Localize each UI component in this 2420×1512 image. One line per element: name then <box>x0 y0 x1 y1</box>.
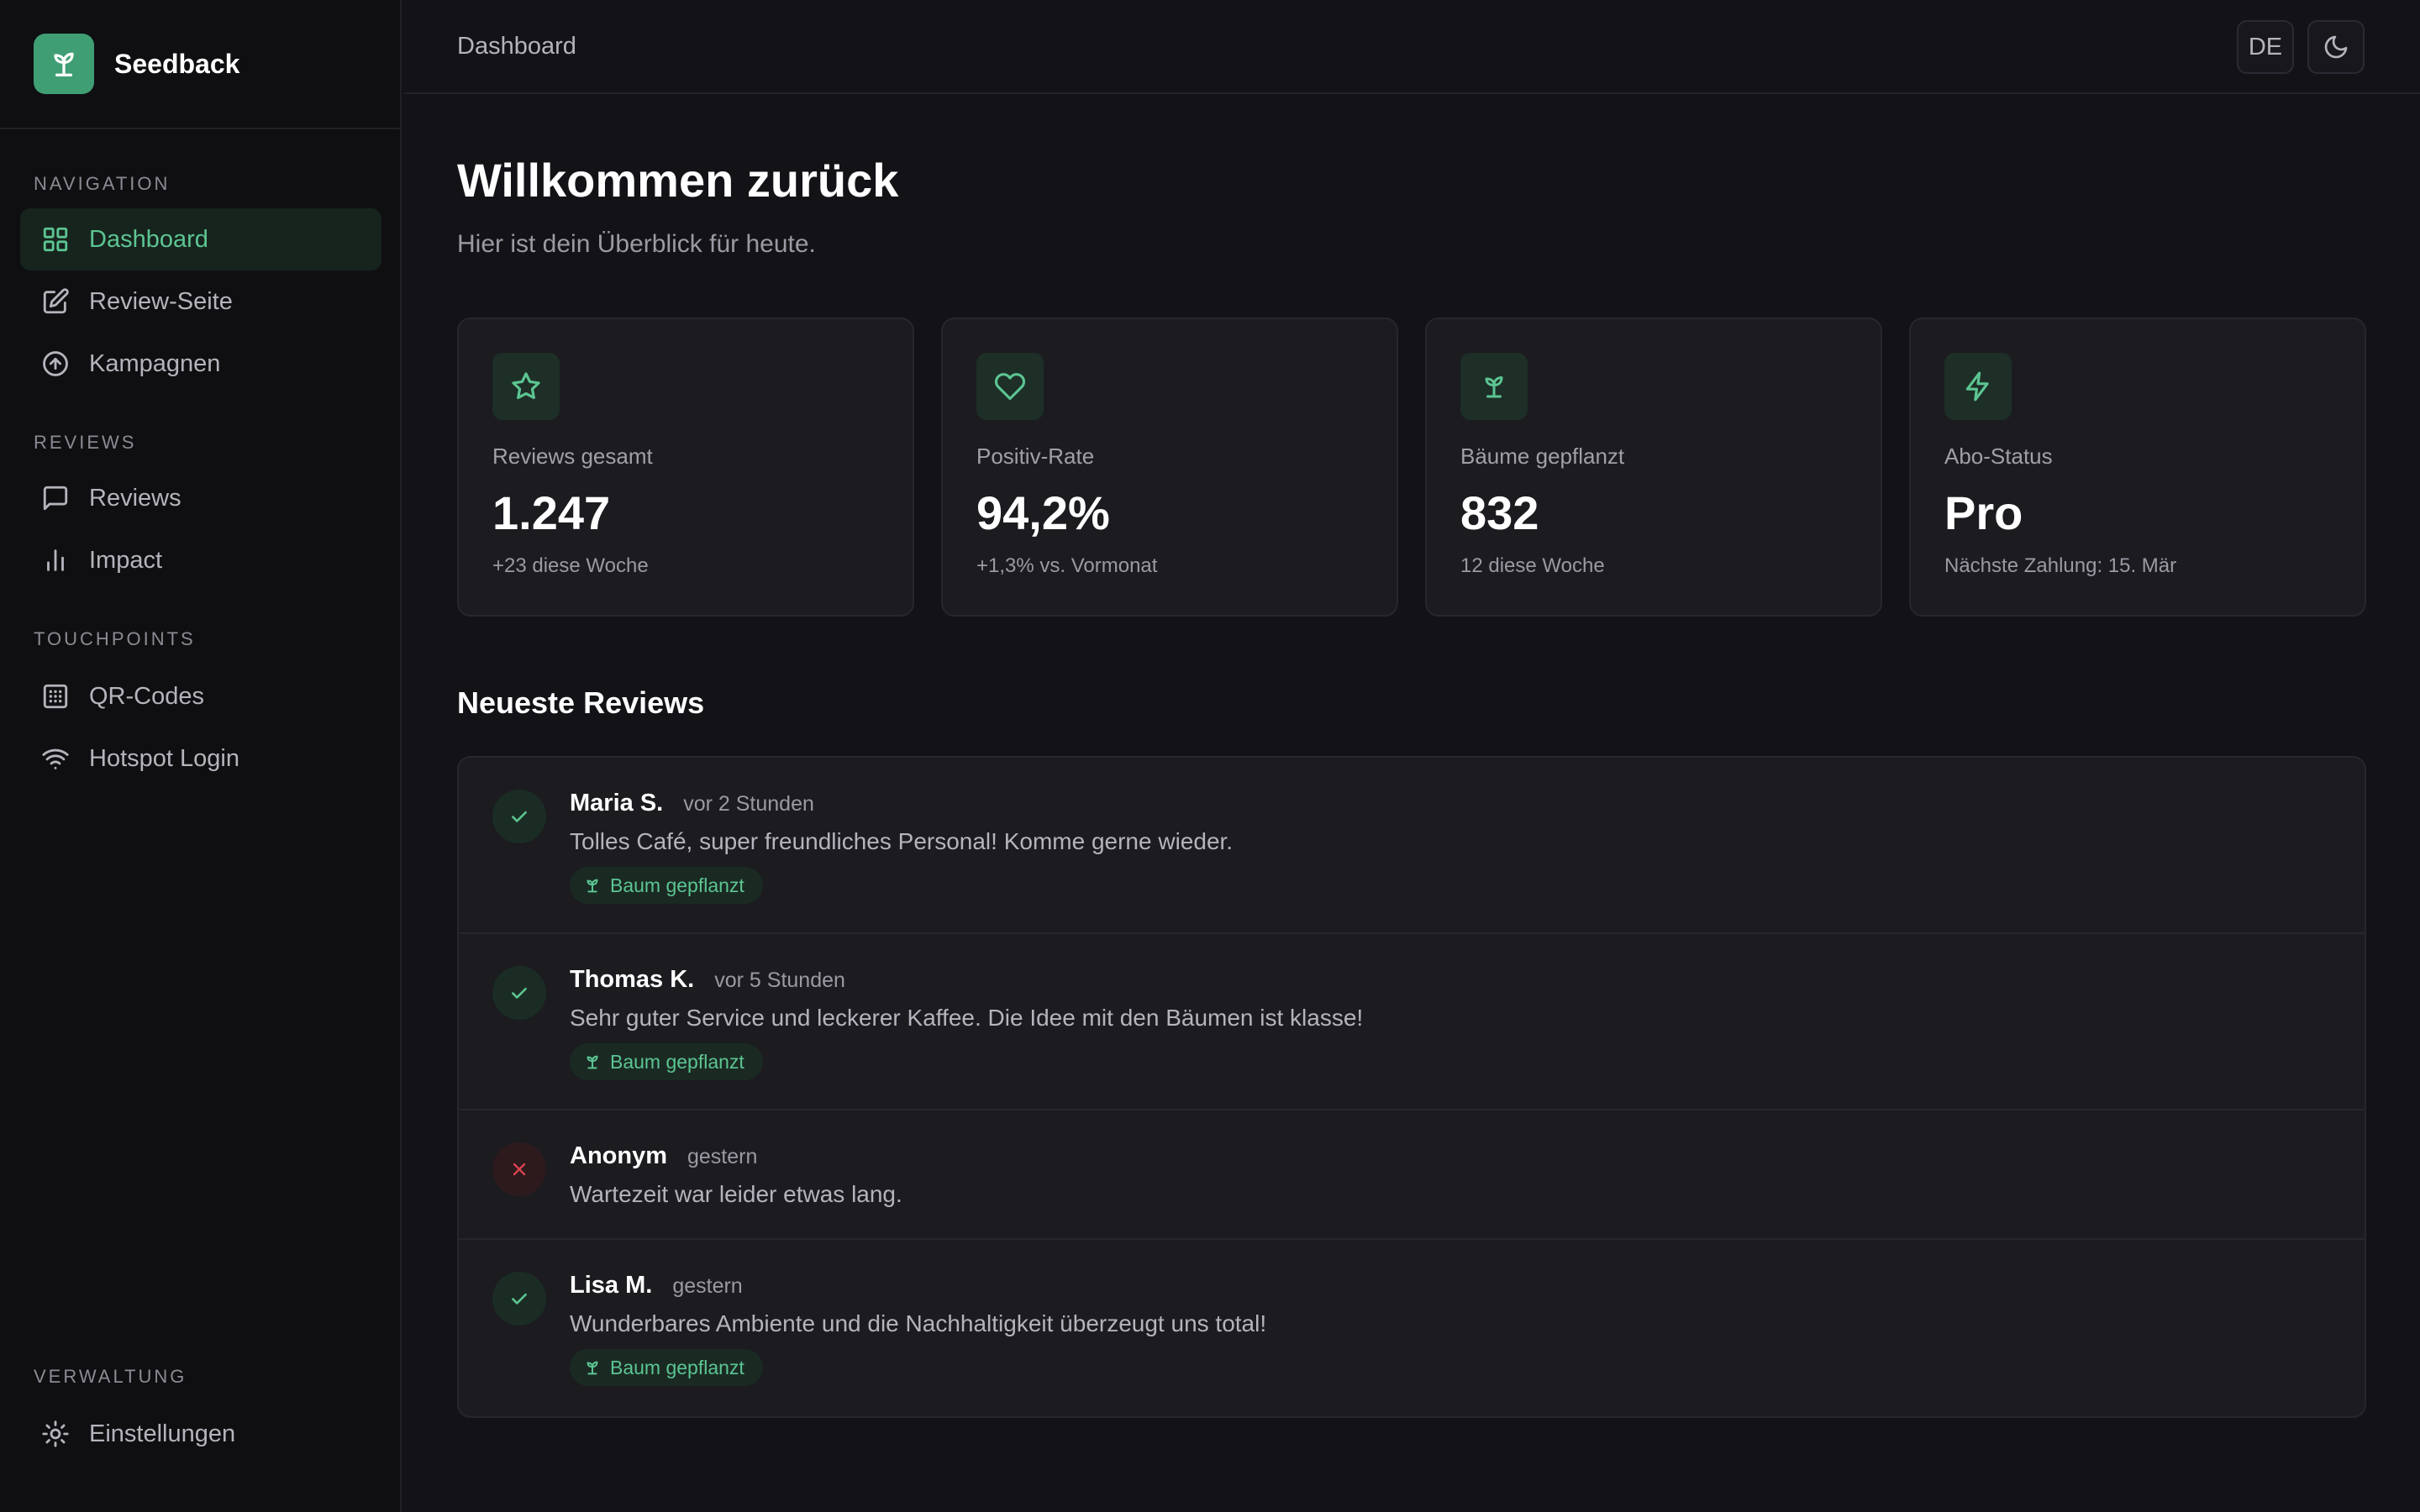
star-icon <box>492 353 560 420</box>
sidebar-item-label: Dashboard <box>89 225 208 253</box>
check-icon <box>492 966 546 1020</box>
review-item[interactable]: Thomas K. vor 5 Stunden Sehr guter Servi… <box>459 934 2365 1110</box>
stat-value: 832 <box>1460 486 1539 539</box>
review-header: Thomas K. vor 5 Stunden <box>570 966 845 994</box>
brand[interactable]: Seedback <box>0 0 400 129</box>
sprout-icon <box>583 876 602 895</box>
sprout-icon <box>1460 353 1528 420</box>
review-text: Tolles Café, super freundliches Personal… <box>570 828 1234 854</box>
review-time: gestern <box>672 1274 743 1298</box>
review-author: Lisa M. <box>570 1272 653 1299</box>
moon-icon <box>2323 34 2349 60</box>
sidebar-item-hotspot-login[interactable]: Hotspot Login <box>20 727 381 790</box>
sidebar-item-einstellungen[interactable]: Einstellungen <box>20 1403 381 1465</box>
review-time: vor 5 Stunden <box>714 969 845 992</box>
x-icon <box>492 1142 546 1196</box>
breadcrumb: Dashboard <box>457 32 576 60</box>
sidebar-item-label: Reviews <box>89 484 182 512</box>
review-time: gestern <box>687 1145 758 1168</box>
stat-value: 94,2% <box>976 486 1110 539</box>
tree-planted-badge: Baum gepflanzt <box>570 867 763 904</box>
tree-planted-badge: Baum gepflanzt <box>570 1043 763 1080</box>
tree-planted-badge: Baum gepflanzt <box>570 1349 763 1386</box>
sidebar-item-reviews[interactable]: Reviews <box>20 467 381 529</box>
sidebar: Seedback NAVIGATION Dashboard Review-Sei… <box>0 0 402 1512</box>
nav-section-label: REVIEWS <box>34 432 137 453</box>
grid-icon <box>40 224 71 255</box>
sidebar-item-kampagnen[interactable]: Kampagnen <box>20 333 381 395</box>
review-time: vor 2 Stunden <box>683 792 814 816</box>
sidebar-item-dashboard[interactable]: Dashboard <box>20 208 381 270</box>
wifi-icon <box>40 743 71 774</box>
stat-note: +23 diese Woche <box>492 554 649 577</box>
message-icon <box>40 483 71 513</box>
stat-card-trees: Bäume gepflanzt 832 12 diese Woche <box>1425 318 1882 617</box>
stat-value: 1.247 <box>492 486 611 539</box>
review-author: Thomas K. <box>570 966 695 993</box>
sprout-icon <box>34 34 94 94</box>
nav-section-label: NAVIGATION <box>34 173 171 194</box>
reviews-list: Maria S. vor 2 Stunden Tolles Café, supe… <box>457 756 2366 1418</box>
sidebar-item-review-seite[interactable]: Review-Seite <box>20 270 381 333</box>
stat-note: +1,3% vs. Vormonat <box>976 554 1158 577</box>
recent-reviews-title: Neueste Reviews <box>457 685 705 720</box>
page-title: Willkommen zurück <box>457 154 899 207</box>
badge-label: Baum gepflanzt <box>610 1050 744 1073</box>
stat-card-positive-rate: Positiv-Rate 94,2% +1,3% vs. Vormonat <box>941 318 1398 617</box>
nav-section-label: TOUCHPOINTS <box>34 628 196 649</box>
check-icon <box>492 790 546 843</box>
sidebar-item-label: Review-Seite <box>89 287 233 315</box>
sprout-icon <box>583 1053 602 1071</box>
review-item[interactable]: Lisa M. gestern Wunderbares Ambiente und… <box>459 1240 2365 1416</box>
check-icon <box>492 1272 546 1326</box>
page-subtitle: Hier ist dein Überblick für heute. <box>457 230 816 258</box>
edit-icon <box>40 286 71 317</box>
zap-icon <box>1944 353 2012 420</box>
stat-label: Abo-Status <box>1944 444 2053 469</box>
review-item[interactable]: Maria S. vor 2 Stunden Tolles Café, supe… <box>459 758 2365 934</box>
sidebar-item-label: Hotspot Login <box>89 744 239 772</box>
stat-label: Bäume gepflanzt <box>1460 444 1625 469</box>
sprout-icon <box>583 1358 602 1377</box>
sidebar-item-impact[interactable]: Impact <box>20 529 381 591</box>
topbar: Dashboard DE <box>403 0 2420 94</box>
review-author: Maria S. <box>570 790 664 816</box>
heart-icon <box>976 353 1044 420</box>
qr-code-icon <box>40 681 71 711</box>
badge-label: Baum gepflanzt <box>610 1356 744 1378</box>
review-header: Anonym gestern <box>570 1142 757 1170</box>
review-text: Sehr guter Service und leckerer Kaffee. … <box>570 1005 1364 1031</box>
sidebar-item-qr-codes[interactable]: QR-Codes <box>20 665 381 727</box>
review-text: Wunderbares Ambiente und die Nachhaltigk… <box>570 1310 1267 1336</box>
stat-note: Nächste Zahlung: 15. Mär <box>1944 554 2177 577</box>
language-button[interactable]: DE <box>2237 20 2294 74</box>
bar-chart-icon <box>40 545 71 575</box>
brand-name: Seedback <box>114 48 240 79</box>
sidebar-item-label: Kampagnen <box>89 349 221 377</box>
review-header: Maria S. vor 2 Stunden <box>570 790 814 817</box>
review-text: Wartezeit war leider etwas lang. <box>570 1181 902 1207</box>
review-header: Lisa M. gestern <box>570 1272 743 1299</box>
review-author: Anonym <box>570 1142 667 1169</box>
sidebar-item-label: Einstellungen <box>89 1420 236 1447</box>
nav-section-label: VERWALTUNG <box>34 1366 187 1387</box>
settings-icon <box>40 1419 71 1449</box>
sidebar-item-label: Impact <box>89 546 163 574</box>
sidebar-item-label: QR-Codes <box>89 682 204 710</box>
theme-toggle-button[interactable] <box>2307 20 2365 74</box>
stat-label: Reviews gesamt <box>492 444 653 469</box>
badge-label: Baum gepflanzt <box>610 874 744 896</box>
review-item[interactable]: Anonym gestern Wartezeit war leider etwa… <box>459 1110 2365 1240</box>
stat-card-subscription: Abo-Status Pro Nächste Zahlung: 15. Mär <box>1909 318 2366 617</box>
stat-card-reviews: Reviews gesamt 1.247 +23 diese Woche <box>457 318 914 617</box>
arrow-up-circle-icon <box>40 349 71 379</box>
stat-label: Positiv-Rate <box>976 444 1095 469</box>
stat-value: Pro <box>1944 486 2023 539</box>
stat-note: 12 diese Woche <box>1460 554 1605 577</box>
